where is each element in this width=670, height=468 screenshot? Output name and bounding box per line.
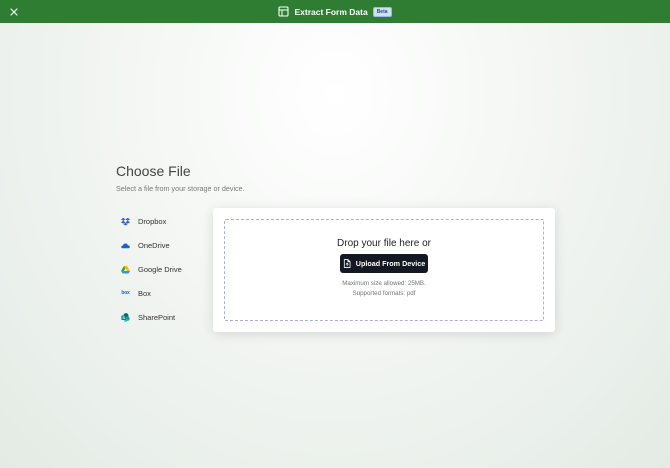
beta-badge: Beta [372,6,392,17]
source-label-onedrive: OneDrive [138,240,170,250]
source-item-onedrive[interactable]: OneDrive [121,233,182,257]
form-icon [278,6,290,17]
page-subtitle: Select a file from your storage or devic… [116,184,245,193]
source-item-sharepoint[interactable]: S SharePoint [121,305,182,329]
source-item-box[interactable]: box Box [121,281,182,305]
dropbox-icon [121,217,130,226]
header-bar: Extract Form Data Beta [0,0,670,23]
storage-source-list: Dropbox OneDrive Google Drive box Box S … [121,209,182,329]
drop-instruction: Drop your file here or [337,238,431,249]
close-icon [9,3,18,21]
header-title: Extract Form Data [294,6,368,17]
upload-from-device-button[interactable]: Upload From Device [340,254,428,273]
source-label-sharepoint: SharePoint [138,312,176,322]
onedrive-icon [121,241,130,250]
close-button[interactable] [6,4,21,19]
source-item-dropbox[interactable]: Dropbox [121,209,182,233]
source-label-dropbox: Dropbox [138,216,167,226]
max-size-note: Maximum size allowed: 25MB. [342,280,426,287]
sharepoint-icon: S [121,312,130,322]
box-icon: box [121,289,130,298]
source-item-google-drive[interactable]: Google Drive [121,257,182,281]
file-icon [343,255,351,273]
file-dropzone[interactable]: Drop your file here or Upload From Devic… [224,219,544,321]
google-drive-icon [121,265,130,274]
upload-card: Drop your file here or Upload From Devic… [213,208,555,332]
page-title: Choose File [116,163,191,179]
source-label-box: Box [138,288,151,298]
box-logo: box [121,290,130,296]
upload-button-label: Upload From Device [355,259,426,268]
header-title-group: Extract Form Data Beta [278,6,392,17]
source-label-google-drive: Google Drive [138,264,182,274]
supported-formats-note: Supported formats: pdf [352,290,416,297]
